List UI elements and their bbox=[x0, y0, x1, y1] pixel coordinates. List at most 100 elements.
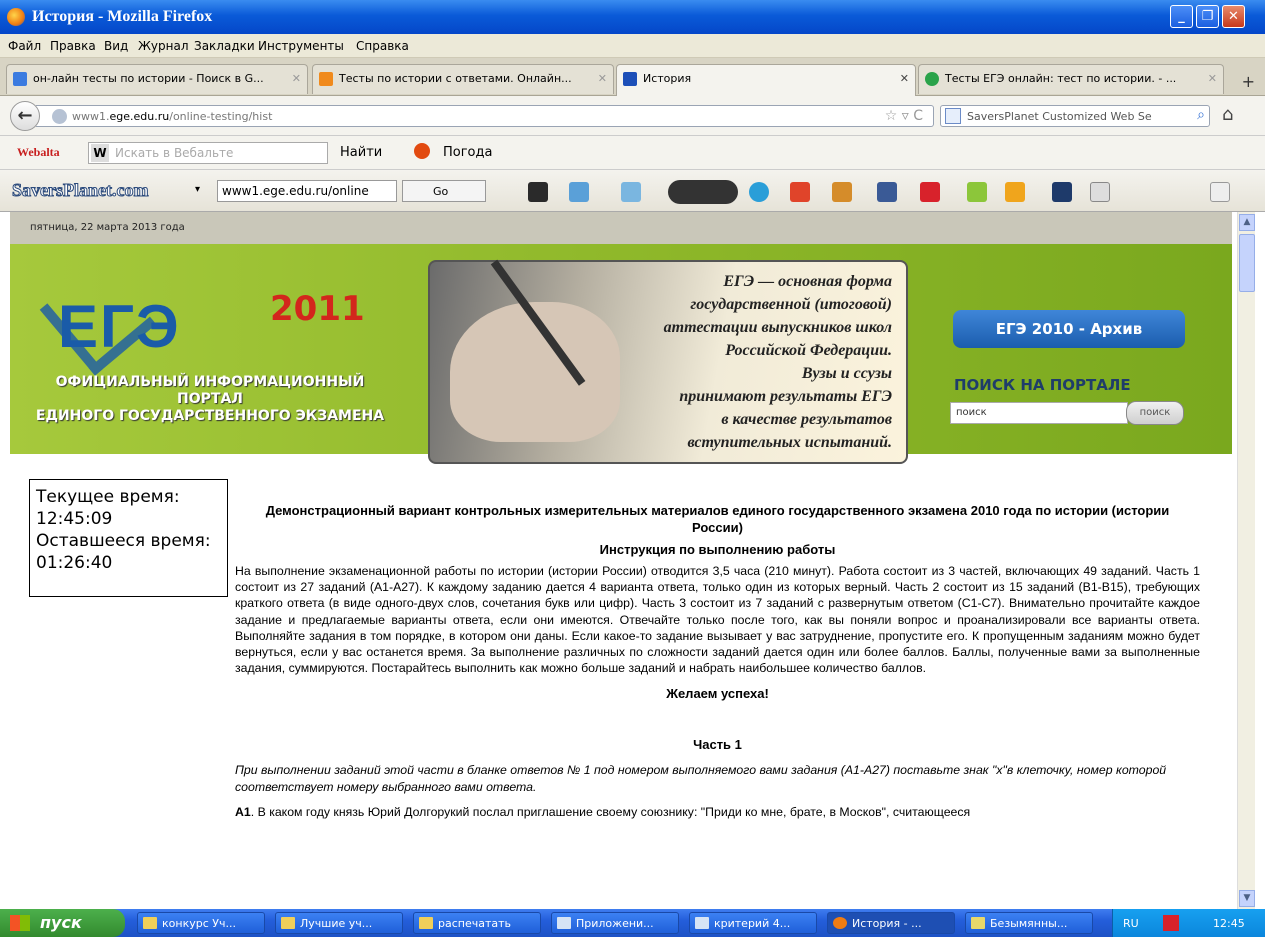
question-a1: А1. В каком году князь Юрий Долгорукий п… bbox=[235, 805, 971, 820]
vk-icon[interactable] bbox=[877, 182, 897, 202]
web-page: пятница, 22 марта 2013 года ЕГЭ 2011 ОФИ… bbox=[0, 212, 1237, 909]
part-title: Часть 1 bbox=[693, 737, 742, 753]
go-button[interactable]: Go bbox=[402, 180, 486, 202]
url-bar[interactable]: www1.ege.edu.ru/online-testing/hist ☆ ▿ … bbox=[36, 105, 934, 127]
menu-help[interactable]: Справка bbox=[356, 39, 409, 53]
mail-icon[interactable] bbox=[749, 182, 769, 202]
scroll-thumb[interactable] bbox=[1239, 234, 1255, 292]
windows-taskbar: пуск конкурс Уч... Лучшие уч... распечат… bbox=[0, 909, 1265, 937]
chevron-down-icon[interactable]: ▾ bbox=[195, 184, 200, 195]
tab-close-icon[interactable]: ✕ bbox=[292, 72, 301, 85]
tab-close-icon[interactable]: ✕ bbox=[900, 72, 909, 85]
navigation-bar: www1.ege.edu.ru/online-testing/hist ☆ ▿ … bbox=[0, 96, 1265, 136]
tv-icon[interactable] bbox=[528, 182, 548, 202]
antivirus-icon[interactable] bbox=[1163, 915, 1179, 931]
menu-history[interactable]: Журнал bbox=[138, 39, 189, 53]
webalta-toolbar: Webalta W Искать в Вебальте Найти Погода bbox=[0, 136, 1265, 170]
taskbar-item[interactable]: Лучшие уч... bbox=[275, 912, 403, 934]
yandex-icon[interactable] bbox=[790, 182, 810, 202]
taskbar-item[interactable]: Безымянны... bbox=[965, 912, 1093, 934]
url-text[interactable]: www1.ege.edu.ru/online-testing/hist bbox=[72, 110, 272, 123]
tab-close-icon[interactable]: ✕ bbox=[598, 72, 607, 85]
instructions-text: На выполнение экзаменационной работы по … bbox=[235, 564, 1200, 676]
search-icon[interactable]: ⌕ bbox=[1197, 107, 1205, 123]
settings-icon[interactable] bbox=[832, 182, 852, 202]
taskbar-item-active[interactable]: История - ... bbox=[827, 912, 955, 934]
firefox-icon bbox=[7, 8, 25, 26]
current-time-label: Текущее время: bbox=[36, 487, 180, 507]
webalta-logo[interactable]: Webalta bbox=[17, 145, 60, 160]
site-icon bbox=[925, 72, 939, 86]
tab-close-icon[interactable]: ✕ bbox=[1208, 72, 1217, 85]
tab-history-tests[interactable]: Тесты по истории с ответами. Онлайн... ✕ bbox=[312, 64, 614, 94]
home-icon[interactable]: ⌂ bbox=[1222, 104, 1233, 125]
saversplanet-logo[interactable]: SaversPlanet.com bbox=[11, 180, 148, 201]
banner-photo: ЕГЭ — основная форма государственной (ит… bbox=[428, 259, 908, 464]
archive-button[interactable]: ЕГЭ 2010 - Архив bbox=[953, 310, 1185, 348]
screen-icon[interactable] bbox=[621, 182, 641, 202]
windows-flag-icon bbox=[10, 915, 30, 931]
menu-file[interactable]: Файл bbox=[8, 39, 41, 53]
webalta-search-input[interactable]: W Искать в Вебальте bbox=[88, 142, 328, 164]
portal-search-input[interactable]: поиск bbox=[950, 402, 1128, 424]
bottle-icon[interactable] bbox=[967, 182, 987, 202]
new-tab-icon[interactable]: + bbox=[1242, 72, 1255, 91]
envelope-icon[interactable] bbox=[1005, 182, 1025, 202]
remaining-time-label: Оставшееся время: bbox=[36, 531, 211, 551]
taskbar-item[interactable]: распечатать bbox=[413, 912, 541, 934]
minimize-button[interactable]: _ bbox=[1170, 5, 1193, 28]
tab-history-active[interactable]: История ✕ bbox=[616, 64, 916, 96]
portal-subtitle: ОФИЦИАЛЬНЫЙ ИНФОРМАЦИОННЫЙ ПОРТАЛ ЕДИНОГ… bbox=[35, 374, 385, 424]
tab-google-search[interactable]: он-лайн тесты по истории - Поиск в G... … bbox=[6, 64, 308, 94]
menu-edit[interactable]: Правка bbox=[50, 39, 96, 53]
music-player-icon[interactable] bbox=[668, 180, 738, 204]
google-icon bbox=[13, 72, 27, 86]
question-label: А1 bbox=[235, 805, 251, 820]
tab-label: Тесты ЕГЭ онлайн: тест по истории. - ... bbox=[945, 72, 1177, 85]
window-icon[interactable] bbox=[1090, 182, 1110, 202]
banner-quote: ЕГЭ — основная форма государственной (ит… bbox=[663, 273, 892, 451]
weather-icon bbox=[414, 143, 430, 159]
scroll-up-icon[interactable]: ▲ bbox=[1239, 214, 1255, 231]
portal-search-title: ПОИСК НА ПОРТАЛЕ bbox=[954, 376, 1131, 394]
weather-badge-icon[interactable] bbox=[1052, 182, 1072, 202]
taskbar-item[interactable]: критерий 4... bbox=[689, 912, 817, 934]
ege-icon bbox=[623, 72, 637, 86]
start-button[interactable]: пуск bbox=[0, 909, 125, 937]
scroll-down-icon[interactable]: ▼ bbox=[1239, 890, 1255, 907]
search-bar[interactable]: SaversPlanet Customized Web Se ⌕ bbox=[940, 105, 1210, 127]
portal-search-button[interactable]: поиск bbox=[1126, 401, 1184, 425]
bookmark-star-icon[interactable]: ☆ ▿ C bbox=[885, 108, 923, 124]
firefox-icon bbox=[833, 917, 847, 929]
search-placeholder: SaversPlanet Customized Web Se bbox=[967, 110, 1152, 123]
date-bar: пятница, 22 марта 2013 года bbox=[10, 212, 1232, 244]
globe-icon bbox=[52, 109, 67, 124]
ege-year: 2011 bbox=[270, 289, 365, 329]
tab-ege-online[interactable]: Тесты ЕГЭ онлайн: тест по истории. - ...… bbox=[918, 64, 1224, 94]
webalta-weather-button[interactable]: Погода bbox=[443, 145, 492, 160]
maximize-button[interactable]: ❐ bbox=[1196, 5, 1219, 28]
instructions-title: Инструкция по выполнению работы bbox=[599, 542, 836, 557]
cb-icon[interactable] bbox=[920, 182, 940, 202]
menu-bookmarks[interactable]: Закладки bbox=[194, 39, 255, 53]
site-icon bbox=[319, 72, 333, 86]
add-icon[interactable] bbox=[1210, 182, 1230, 202]
system-tray: RU 12:45 bbox=[1112, 909, 1265, 937]
saversplanet-url-input[interactable]: www1.ege.edu.ru/online bbox=[217, 180, 397, 202]
photo-icon[interactable] bbox=[569, 182, 589, 202]
language-indicator[interactable]: RU bbox=[1123, 917, 1139, 930]
document-icon bbox=[557, 917, 571, 929]
menu-tools[interactable]: Инструменты bbox=[258, 39, 344, 53]
page-scrollbar[interactable]: ▲ ▼ bbox=[1237, 212, 1255, 909]
webalta-find-button[interactable]: Найти bbox=[340, 145, 382, 160]
menu-view[interactable]: Вид bbox=[104, 39, 128, 53]
window-titlebar[interactable]: История - Mozilla Firefox _ ❐ ✕ bbox=[0, 0, 1265, 34]
document-title: Демонстрационный вариант контрольных изм… bbox=[265, 503, 1170, 535]
taskbar-item[interactable]: конкурс Уч... bbox=[137, 912, 265, 934]
tab-label: Тесты по истории с ответами. Онлайн... bbox=[339, 72, 572, 85]
back-button[interactable]: ← bbox=[10, 101, 40, 131]
taskbar-item[interactable]: Приложени... bbox=[551, 912, 679, 934]
search-engine-icon[interactable] bbox=[945, 108, 961, 124]
close-button[interactable]: ✕ bbox=[1222, 5, 1245, 28]
ege-logo[interactable]: ЕГЭ bbox=[58, 292, 181, 361]
